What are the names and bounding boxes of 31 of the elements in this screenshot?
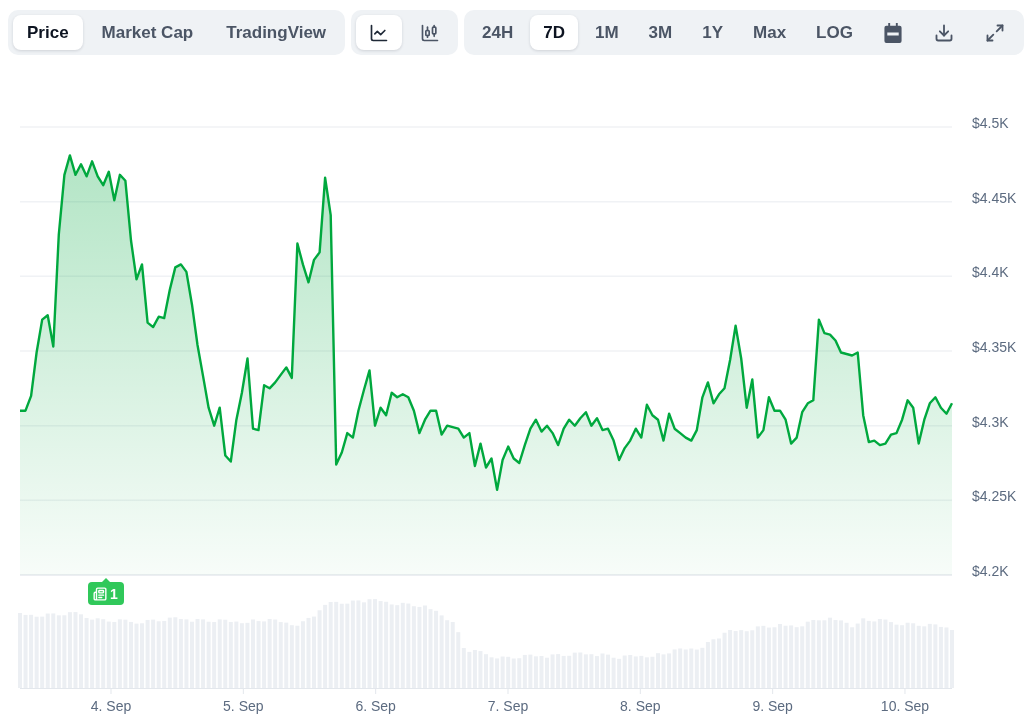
date-label: 5. Sep [223,698,264,714]
line-chart-icon [369,22,390,43]
view-tab[interactable]: TradingView [212,15,341,50]
date-label: 4. Sep [90,698,132,714]
y-axis-label: $4.5K [972,115,1009,131]
range-tab[interactable]: Max [740,15,800,50]
newspaper-icon [93,586,107,601]
log-scale-toggle[interactable]: LOG [803,15,866,50]
y-axis-label: $4.3K [972,413,1009,430]
view-tab[interactable]: Price [13,15,83,50]
calendar-icon [884,22,903,43]
date-label: 9. Sep [752,698,793,714]
view-tab[interactable]: Market Cap [87,15,208,50]
date-label: 8. Sep [620,698,661,714]
date-label: 10. Sep [880,698,930,714]
y-axis-label: $4.2K [972,563,1009,579]
date-label: 6. Sep [355,698,396,714]
range-tab[interactable]: 1M [582,15,632,50]
y-axis-label: $4.4K [972,264,1009,281]
download-icon [934,22,955,43]
line-chart-button[interactable] [356,15,403,50]
y-axis-label: $4.25K [972,488,1017,505]
date-label: 7. Sep [487,698,529,714]
expand-icon [985,22,1006,43]
y-axis-label: $4.45K [972,189,1017,206]
range-tab[interactable]: 24H [469,15,527,50]
range-tab[interactable]: 1Y [689,15,737,50]
candlestick-chart-icon [420,22,441,43]
range-tab[interactable]: 7D [530,15,578,50]
y-axis-label: $4.35K [972,339,1017,355]
range-tab[interactable]: 3M [635,15,686,50]
